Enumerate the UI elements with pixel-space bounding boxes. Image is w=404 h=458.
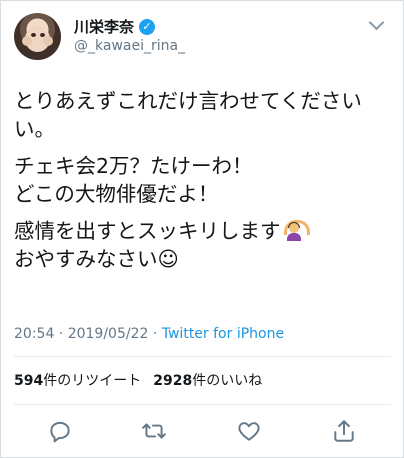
emoji-head <box>288 223 299 233</box>
avatar-hand <box>22 36 32 46</box>
likes-stat[interactable]: 2928件のいいね <box>153 373 262 389</box>
divider <box>14 356 391 357</box>
reply-icon[interactable] <box>47 418 73 444</box>
retweets-stat[interactable]: 594件のリツイート <box>14 373 141 389</box>
tweet-stats: 594件のリツイート 2928件のいいね <box>14 370 262 390</box>
tweet-line: い。 <box>14 117 55 141</box>
retweets-count: 594 <box>14 373 44 389</box>
retweet-icon[interactable] <box>141 418 167 444</box>
action-bar <box>1 412 403 448</box>
user-handle[interactable]: @_kawaei_rina_ <box>74 38 185 54</box>
emoji-shirt <box>286 233 301 241</box>
likes-count: 2928 <box>153 373 193 389</box>
timestamp[interactable]: 20:54 · 2019/05/22 · <box>14 326 162 342</box>
avatar-hand <box>43 36 53 46</box>
tweet-text: とりあえずこれだけ言わせてください い。 チェキ会2万？たけーわ！ どこの大物俳… <box>14 87 394 282</box>
name-row: 川栄李奈 ✓ <box>74 16 156 37</box>
display-name[interactable]: 川栄李奈 <box>74 16 134 37</box>
tweet-paragraph: とりあえずこれだけ言わせてください い。 <box>14 87 394 143</box>
tweet-line: チェキ会2万？たけーわ！ <box>14 154 253 178</box>
tweet-paragraph: チェキ会2万？たけーわ！ どこの大物俳優だよ！ <box>14 152 394 208</box>
person-gesturing-ok-emoji-icon <box>283 219 310 241</box>
tweet-card: 川栄李奈 ✓ @_kawaei_rina_ とりあえずこれだけ言わせてください … <box>0 0 404 458</box>
tweet-paragraph: 感情を出すとスッキリします おやすみなさい☺ <box>14 217 394 273</box>
likes-label: 件のいいね <box>192 373 263 389</box>
tweet-line: おやすみなさい☺ <box>14 247 179 271</box>
avatar[interactable] <box>14 13 61 60</box>
tweet-header: 川栄李奈 ✓ @_kawaei_rina_ <box>14 13 385 61</box>
tweet-line: どこの大物俳優だよ！ <box>14 182 219 206</box>
like-icon[interactable] <box>236 418 262 444</box>
avatar-eye <box>31 33 36 37</box>
share-icon[interactable] <box>331 418 357 444</box>
tweet-line-text: 感情を出すとスッキリします <box>14 219 281 243</box>
source-link[interactable]: Twitter for iPhone <box>162 326 284 342</box>
retweets-label: 件のリツイート <box>43 373 142 389</box>
tweet-line-with-emoji: 感情を出すとスッキリします <box>14 217 394 245</box>
tweet-line: とりあえずこれだけ言わせてください <box>14 89 362 113</box>
divider <box>14 404 391 405</box>
chevron-down-icon[interactable] <box>368 14 385 31</box>
tweet-meta: 20:54 · 2019/05/22 · Twitter for iPhone <box>14 326 284 342</box>
verified-badge-icon: ✓ <box>139 18 156 35</box>
